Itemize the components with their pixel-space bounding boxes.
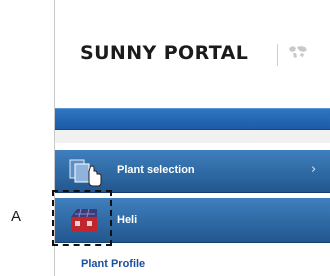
- chevron-right-icon: ›: [311, 162, 317, 177]
- nav-spacer: [55, 130, 330, 143]
- plant-selection-icon: [69, 159, 102, 187]
- callout-label: A: [11, 208, 22, 225]
- portal-logo-text[interactable]: SUNNY PORTAL: [80, 42, 248, 64]
- header-bar: [55, 108, 330, 130]
- plant-heli-label: Heli: [117, 214, 138, 226]
- world-map-icon: [289, 46, 307, 58]
- logo-divider: [277, 44, 278, 66]
- plant-profile-link[interactable]: Plant Profile: [81, 258, 145, 270]
- plant-selection-label: Plant selection: [117, 164, 195, 176]
- callout-dashed-box: [52, 190, 112, 246]
- logo-area: SUNNY PORTAL: [55, 0, 330, 108]
- plant-selection-nav-item[interactable]: Plant selection ›: [55, 150, 330, 193]
- plant-subnav: Plant Profile: [55, 243, 330, 276]
